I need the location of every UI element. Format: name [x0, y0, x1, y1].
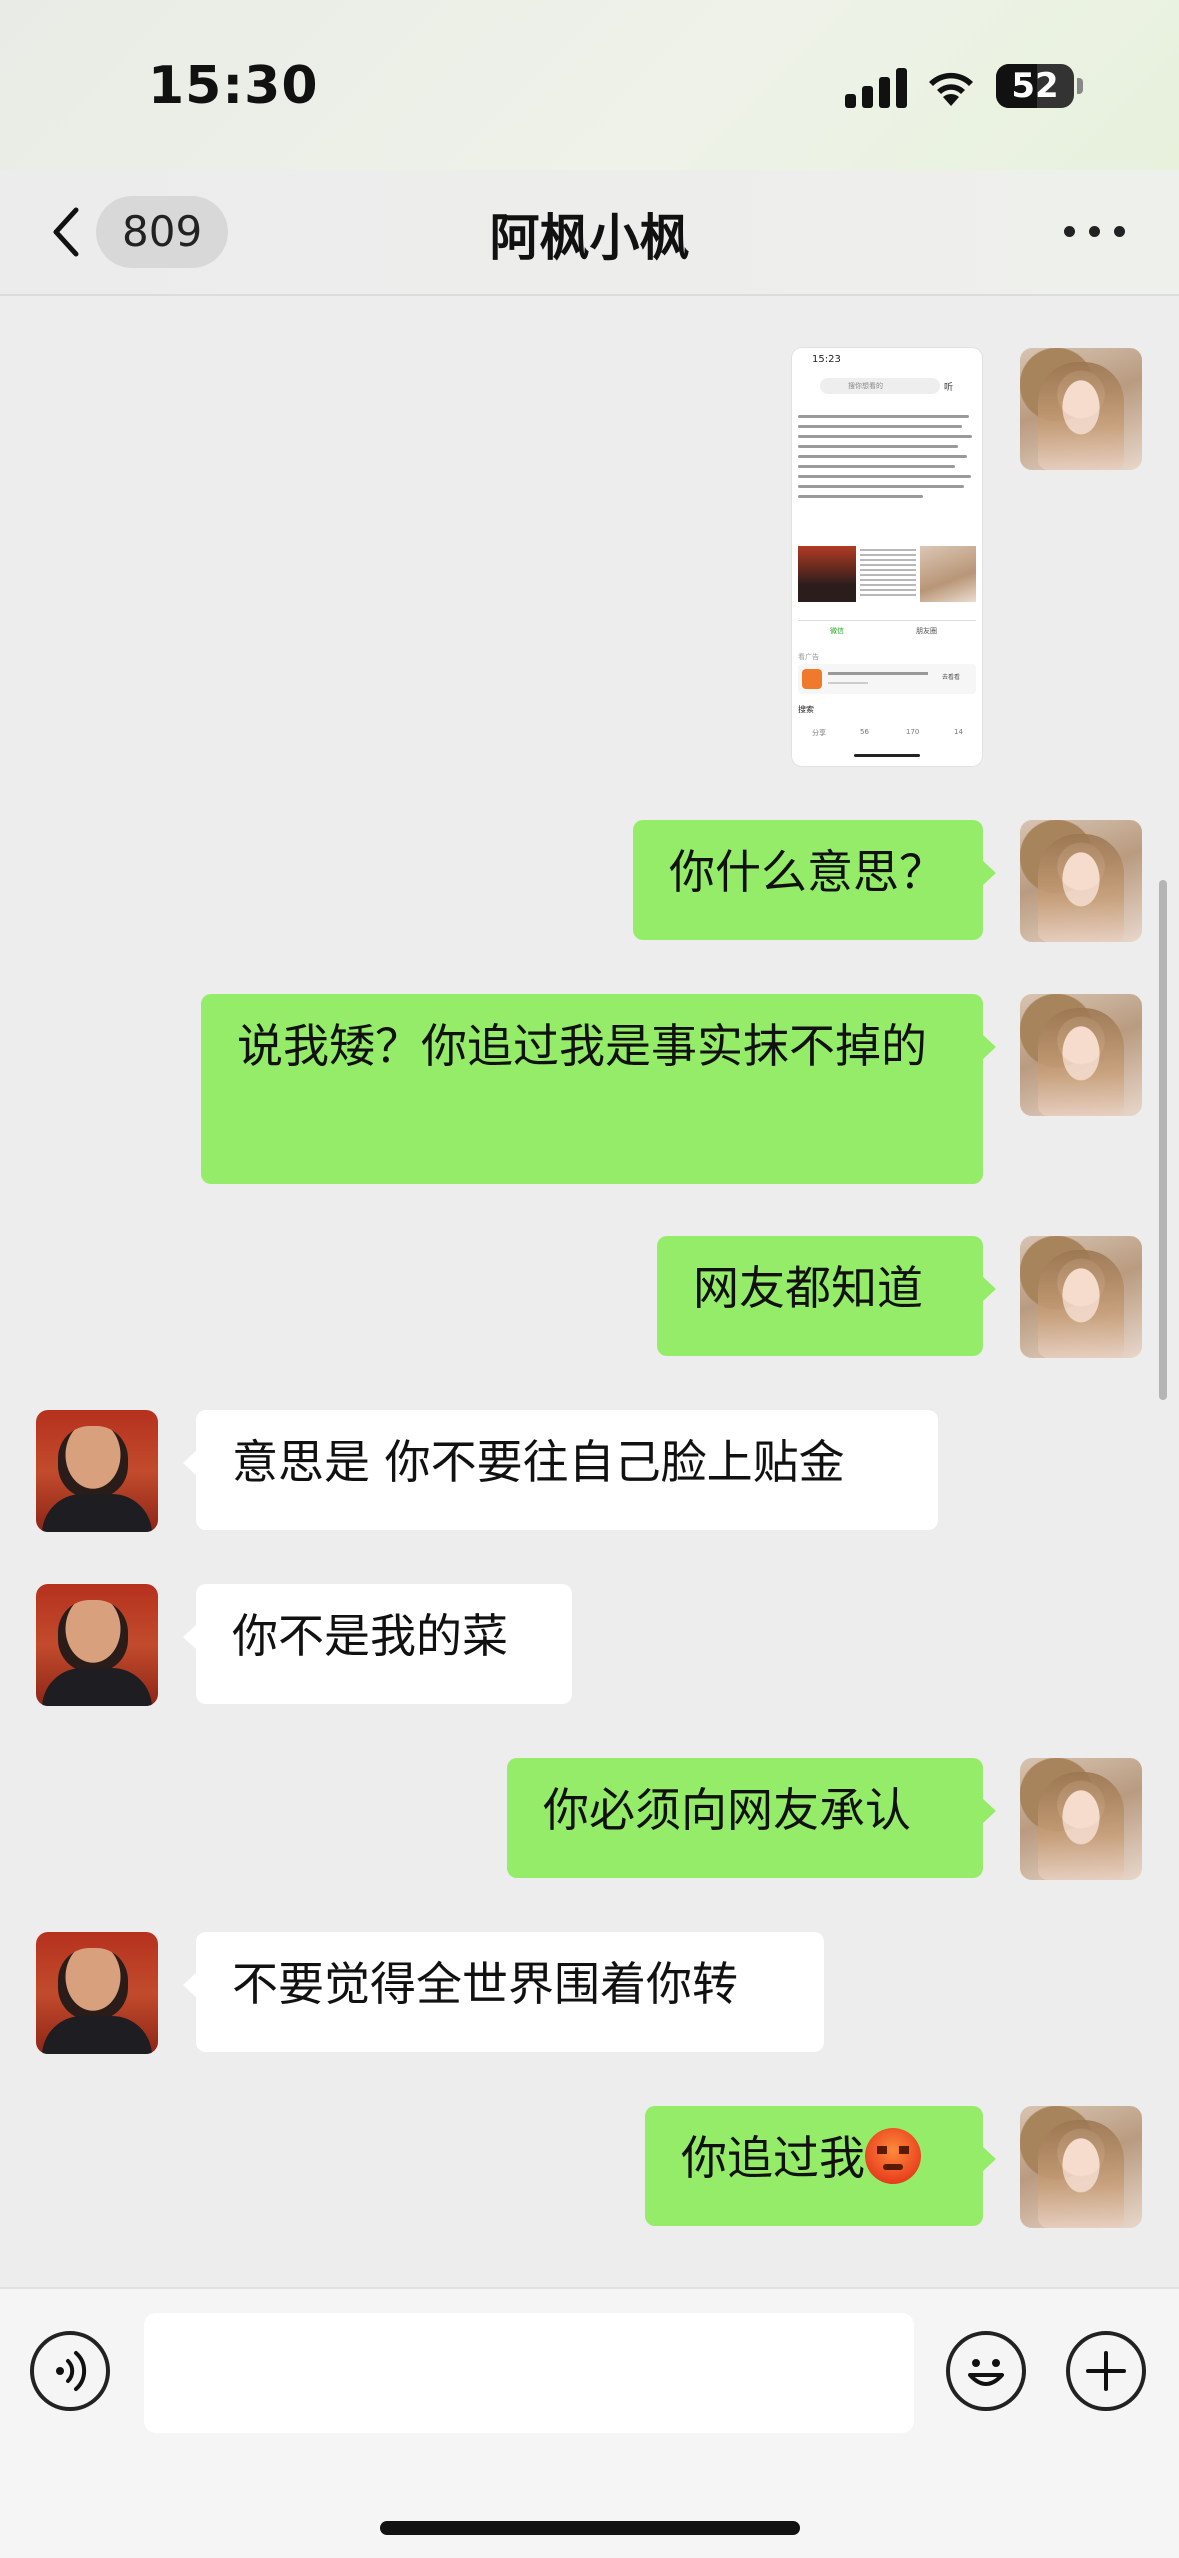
screenshot-ad-button: 去看看	[942, 674, 961, 681]
screenshot-action: 56	[860, 728, 869, 736]
screenshot-photo	[920, 546, 976, 602]
message-bubble[interactable]: 你什么意思？	[633, 820, 996, 940]
message-bubble[interactable]: 你必须向网友承认	[507, 1758, 996, 1878]
screenshot-home-indicator	[854, 754, 920, 757]
screenshot-ad-title: 看广告	[798, 653, 819, 661]
battery-icon: 52	[996, 64, 1074, 108]
message-input[interactable]	[144, 2313, 914, 2433]
voice-icon[interactable]	[30, 2331, 110, 2411]
avatar[interactable]	[1020, 348, 1142, 470]
ad-icon	[802, 669, 822, 689]
battery-level: 52	[1011, 66, 1059, 106]
message-bubble[interactable]: 意思是 你不要往自己脸上贴金	[183, 1410, 938, 1530]
screenshot-action: 分享	[812, 729, 826, 737]
avatar[interactable]	[36, 1932, 158, 2054]
chat-header: 809 阿枫小枫	[0, 170, 1179, 296]
message-list[interactable]: 15:23 搜你想看的 听 微信 朋友圈 看广告 去看看 搜索 分享 56 17…	[0, 296, 1179, 2296]
screenshot-photo	[798, 546, 856, 602]
avatar[interactable]	[36, 1410, 158, 1532]
avatar[interactable]	[1020, 820, 1142, 942]
screenshot-search-bar: 搜你想看的	[820, 378, 940, 394]
avatar[interactable]	[36, 1584, 158, 1706]
angry-face-emoji	[865, 2128, 921, 2184]
wifi-icon	[924, 66, 978, 108]
message-bubble[interactable]: 你追过我	[645, 2106, 996, 2226]
screenshot-action: 14	[954, 728, 963, 736]
image-message[interactable]: 15:23 搜你想看的 听 微信 朋友圈 看广告 去看看 搜索 分享 56 17…	[792, 348, 982, 766]
screenshot-search-label: 搜索	[798, 705, 814, 714]
status-time: 15:30	[148, 56, 319, 116]
signal-icon	[845, 68, 909, 108]
home-indicator[interactable]	[380, 2521, 800, 2535]
avatar[interactable]	[1020, 1758, 1142, 1880]
screenshot-listen: 听	[944, 383, 954, 393]
message-bubble[interactable]: 网友都知道	[657, 1236, 996, 1356]
status-bar: 15:30 52	[0, 0, 1179, 170]
scrollbar[interactable]	[1159, 880, 1167, 1400]
avatar[interactable]	[1020, 1236, 1142, 1358]
battery-tip	[1077, 78, 1083, 94]
screenshot-time: 15:23	[812, 354, 841, 365]
divider	[798, 620, 976, 621]
chat-title: 阿枫小枫	[489, 209, 690, 267]
input-bar	[0, 2287, 1179, 2558]
emoji-icon[interactable]	[946, 2331, 1026, 2411]
message-bubble[interactable]: 不要觉得全世界围着你转	[183, 1932, 824, 2052]
avatar[interactable]	[1020, 994, 1142, 1116]
screenshot-text-block	[860, 546, 916, 599]
screenshot-share: 朋友圈	[916, 627, 937, 635]
more-dots-icon[interactable]	[1060, 206, 1130, 256]
screenshot-wechat: 微信	[830, 627, 844, 635]
message-bubble[interactable]: 说我矮？你追过我是事实抹不掉的	[201, 994, 996, 1184]
avatar[interactable]	[1020, 2106, 1142, 2228]
plus-icon[interactable]	[1066, 2331, 1146, 2411]
screenshot-ad: 去看看	[798, 664, 976, 694]
screenshot-action: 170	[906, 728, 920, 736]
screenshot-article-text	[798, 408, 976, 505]
screenshot-actions: 分享 56 170 14	[798, 728, 976, 742]
message-bubble[interactable]: 你不是我的菜	[183, 1584, 572, 1704]
message-text: 你追过我	[681, 2131, 865, 2185]
